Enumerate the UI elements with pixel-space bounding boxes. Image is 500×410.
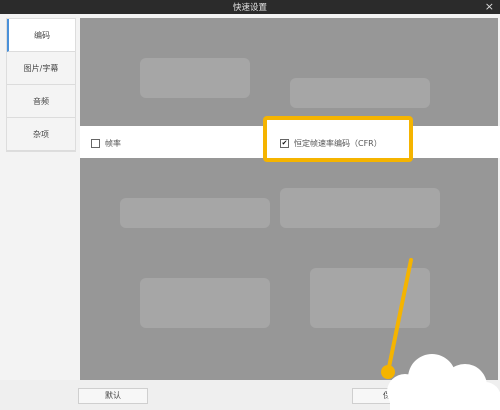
sidebar-item-label: 音频	[33, 96, 49, 106]
blurred-region	[280, 188, 440, 228]
blurred-region	[310, 268, 430, 328]
sidebar-item-label: 编码	[34, 30, 50, 40]
sidebar-item-encoding[interactable]: 编码	[7, 19, 75, 52]
sidebar-item-audio[interactable]: 音频	[7, 85, 75, 118]
footer-bar	[0, 380, 500, 410]
sidebar: 编码 图片/字幕 音频 杂项	[6, 18, 76, 152]
window-titlebar: 快速设置 ×	[0, 0, 500, 14]
sidebar-item-label: 杂项	[33, 129, 49, 139]
cfr-option[interactable]: ✔ 恒定帧速率编码（CFR）	[280, 138, 382, 149]
frame-rate-option[interactable]: 帧率	[91, 138, 121, 149]
frame-rate-checkbox[interactable]	[91, 139, 100, 148]
default-button[interactable]: 默认	[78, 388, 148, 404]
blurred-region	[290, 78, 430, 108]
frame-rate-label: 帧率	[105, 139, 121, 148]
cfr-checkbox[interactable]: ✔	[280, 139, 289, 148]
settings-content-overlay	[80, 18, 498, 380]
cfr-label: 恒定帧速率编码（CFR）	[294, 139, 382, 148]
sidebar-item-image-subtitle[interactable]: 图片/字幕	[7, 52, 75, 85]
close-icon[interactable]: ×	[485, 0, 494, 14]
window-title: 快速设置	[232, 3, 267, 13]
sidebar-item-misc[interactable]: 杂项	[7, 118, 75, 151]
blurred-region	[140, 58, 250, 98]
blurred-region	[120, 198, 270, 228]
sidebar-item-label: 图片/字幕	[23, 63, 59, 73]
save-button[interactable]: 保	[352, 388, 422, 404]
blurred-region	[140, 278, 270, 328]
